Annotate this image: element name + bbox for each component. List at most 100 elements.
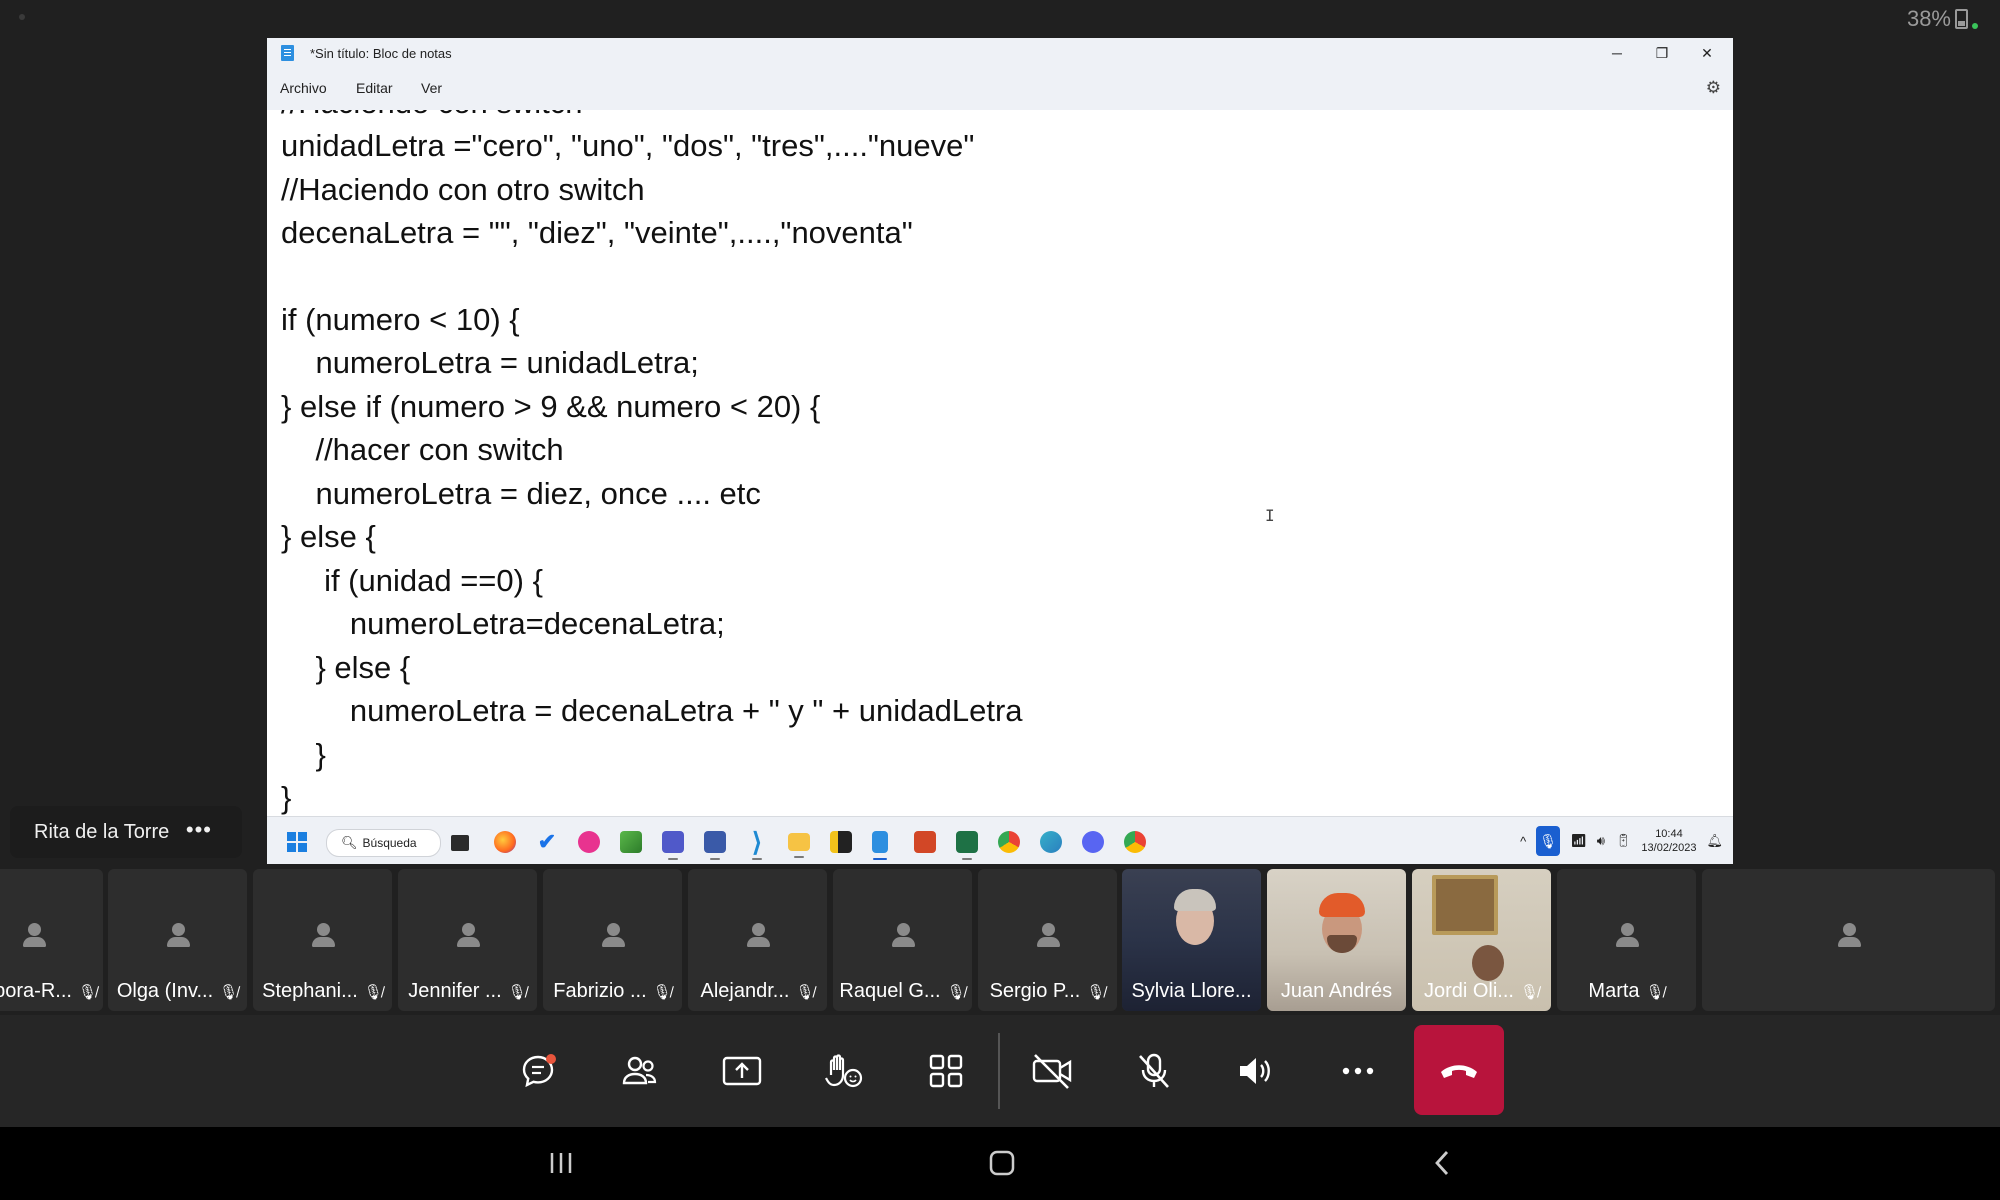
minimize-icon[interactable]: ─ <box>1595 38 1639 68</box>
camera-off-icon[interactable] <box>1022 1041 1082 1101</box>
notification-bell-icon[interactable]: 🔔︎ <box>1706 833 1723 849</box>
mic-muted-icon: 🎙︎̸ <box>507 984 527 1001</box>
participant-video-tile[interactable]: Sylvia Llore... <box>1122 869 1261 1011</box>
taskbar-search[interactable]: 🔍︎ Búsqueda <box>326 829 441 857</box>
discord-icon[interactable] <box>1082 831 1104 853</box>
shared-screen: *Sin título: Bloc de notas ─ ❐ ✕ Archivo… <box>267 38 1733 864</box>
participant-tile[interactable]: Raquel G... 🎙︎̸ <box>833 869 972 1011</box>
menu-editar[interactable]: Editar <box>356 80 393 96</box>
home-icon[interactable] <box>982 1145 1022 1181</box>
wifi-icon[interactable]: 📶︎ <box>1570 833 1587 849</box>
face <box>1472 945 1504 981</box>
participant-name: Jennifer ... <box>408 980 502 1002</box>
hang-up-icon <box>1441 1065 1477 1078</box>
tray-clock[interactable]: 10:44 13/02/2023 <box>1641 827 1696 855</box>
search-label: Búsqueda <box>362 836 417 850</box>
code-line: //Haciendo con otro switch <box>281 172 645 207</box>
sticky-notes-icon[interactable] <box>830 831 852 853</box>
powerpoint-icon[interactable] <box>914 831 936 853</box>
participant-name: Alejandr... <box>700 980 790 1002</box>
reactions-icon[interactable] <box>814 1041 874 1101</box>
mic-muted-icon: 🎙︎̸ <box>1519 984 1540 1001</box>
participant-tile[interactable]: Sergio P... 🎙︎̸ <box>978 869 1117 1011</box>
volume-icon[interactable]: 🔊︎ <box>1597 833 1605 849</box>
hang-up-button[interactable] <box>1414 1025 1504 1115</box>
participant-tile[interactable]: Jennifer ... 🎙︎̸ <box>398 869 537 1011</box>
back-icon[interactable] <box>1423 1145 1463 1181</box>
participant-name: Stephani... <box>262 980 358 1002</box>
file-explorer-dark-icon[interactable] <box>451 835 469 851</box>
code-line: numeroLetra = decenaLetra + " y " + unid… <box>281 693 1023 728</box>
beanie <box>1319 893 1365 917</box>
menu-ver[interactable]: Ver <box>421 80 442 96</box>
excel-icon[interactable] <box>956 831 978 860</box>
presenter-label: Rita de la Torre ••• <box>10 806 242 858</box>
firefox-icon[interactable] <box>494 831 516 853</box>
participant-video-tile[interactable]: Jordi Oli... 🎙︎̸ <box>1412 869 1551 1011</box>
notepad-text-area[interactable]: //Haciendo con switch unidadLetra ="cero… <box>267 110 1733 856</box>
participant-tile[interactable]: Olga (Inv... 🎙︎̸ <box>108 869 247 1011</box>
share-screen-icon[interactable] <box>712 1041 772 1101</box>
participant-tile[interactable]: Fabrizio ... 🎙︎̸ <box>543 869 682 1011</box>
call-controls-bar <box>0 1015 2000 1127</box>
paint-icon[interactable] <box>620 831 642 853</box>
teams-icon[interactable] <box>662 831 684 860</box>
code-line: numeroLetra = unidadLetra; <box>281 345 699 380</box>
presenter-more-icon[interactable]: ••• <box>186 817 212 843</box>
participant-tile[interactable]: Alejandr... 🎙︎̸ <box>688 869 827 1011</box>
code-line: } else { <box>281 519 376 554</box>
more-options-icon[interactable] <box>1328 1041 1388 1101</box>
participant-tile[interactable]: Marta 🎙︎̸ <box>1557 869 1696 1011</box>
tray-mic-icon[interactable]: 🎙︎ <box>1536 826 1561 856</box>
participant-video-tile[interactable]: Juan Andrés <box>1267 869 1406 1011</box>
tray-date: 13/02/2023 <box>1641 842 1697 854</box>
restore-icon[interactable]: ❐ <box>1640 38 1684 68</box>
mic-muted-icon: 🎙︎̸ <box>363 984 383 1001</box>
mic-muted-icon: 🎙︎̸ <box>946 984 966 1001</box>
tray-chevron-icon[interactable]: ^ <box>1520 834 1526 849</box>
mic-muted-icon: 🎙︎̸ <box>219 984 239 1001</box>
speaker-icon[interactable] <box>1226 1041 1286 1101</box>
notepad-menubar: Archivo Editar Ver ⚙ <box>267 68 1733 110</box>
chat-icon[interactable] <box>508 1041 568 1101</box>
pink-app-icon[interactable] <box>578 831 600 853</box>
vscode-icon[interactable]: ⟩ <box>746 829 768 860</box>
participant-name: bora-R... <box>0 980 72 1002</box>
participant-tile[interactable]: bora-R... 🎙︎̸ <box>0 869 103 1011</box>
close-icon[interactable]: ✕ <box>1685 38 1729 68</box>
view-layout-icon[interactable] <box>916 1041 976 1101</box>
notepad-taskbar-icon[interactable] <box>872 831 888 860</box>
code-line: //Haciendo con switch <box>281 110 583 123</box>
chrome-icon[interactable] <box>998 831 1020 853</box>
participant-tile[interactable] <box>1702 869 1995 1011</box>
folder-icon[interactable] <box>788 833 810 858</box>
mic-off-icon[interactable] <box>1124 1041 1184 1101</box>
windows-start-icon[interactable] <box>287 832 307 852</box>
camera-indicator <box>19 14 25 20</box>
code-line: if (numero < 10) { <box>281 302 520 337</box>
people-icon[interactable] <box>610 1041 670 1101</box>
painting <box>1432 875 1498 935</box>
participant-tile[interactable]: Stephani... 🎙︎̸ <box>253 869 392 1011</box>
menu-archivo[interactable]: Archivo <box>280 80 327 96</box>
settings-gear-icon[interactable]: ⚙ <box>1706 78 1721 98</box>
text-cursor-icon: I <box>1265 506 1275 525</box>
code-line: if (unidad ==0) { <box>281 563 543 598</box>
mic-muted-icon: 🎙︎̸ <box>1086 984 1106 1001</box>
participant-name: Olga (Inv... <box>116 980 214 1002</box>
battery-tray-icon[interactable]: 🔋︎ <box>1615 833 1632 849</box>
todo-check-icon[interactable]: ✔ <box>536 831 558 853</box>
recent-apps-icon[interactable] <box>541 1145 581 1181</box>
battery-percent: 38% <box>1906 6 1951 31</box>
notepad-title: *Sin título: Bloc de notas <box>310 45 452 61</box>
participant-name: Jordi Oli... <box>1423 980 1514 1002</box>
code-line: } <box>281 780 292 815</box>
battery-status: 38% <box>1907 6 1978 32</box>
controls-divider <box>998 1033 1000 1109</box>
avatar-icon <box>1836 923 1862 949</box>
edge-icon[interactable] <box>1040 831 1062 853</box>
participant-name: Raquel G... <box>839 980 941 1002</box>
avatar-icon <box>455 923 481 949</box>
teams-classic-icon[interactable] <box>704 831 726 860</box>
chrome-profile-icon[interactable] <box>1124 831 1146 853</box>
